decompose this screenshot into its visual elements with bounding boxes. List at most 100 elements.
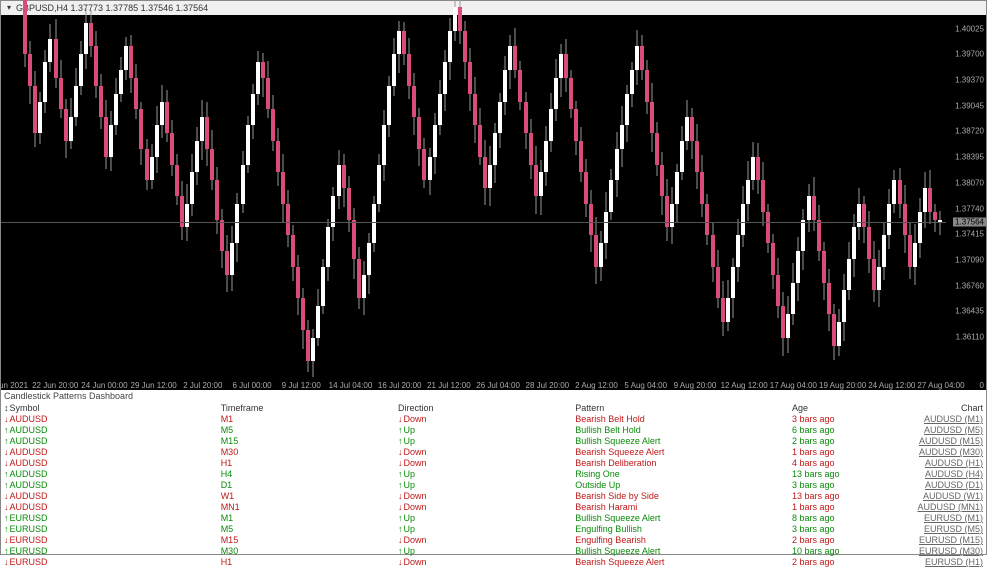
cell-chart-link[interactable]: AUDUSD (D1)	[907, 480, 986, 491]
cell-pattern: Outside Up	[572, 480, 789, 491]
time-tick: 5 Aug 04:00	[624, 381, 667, 390]
table-row[interactable]: ↓AUDUSDMN1↓DownBearish Harami1 bars agoA…	[1, 502, 986, 513]
cell-symbol: ↓AUDUSD	[1, 414, 218, 425]
cell-direction: ↓Down	[395, 458, 572, 469]
cell-chart-link[interactable]: AUDUSD (H4)	[907, 469, 986, 480]
cell-age: 13 bars ago	[789, 469, 907, 480]
price-tick: 1.38720	[955, 127, 984, 136]
table-row[interactable]: ↓EURUSDM15↓DownEngulfing Bearish2 bars a…	[1, 535, 986, 546]
candlesticks	[4, 15, 946, 390]
cell-pattern: Bullish Squeeze Alert	[572, 546, 789, 557]
price-tick: 1.40025	[955, 24, 984, 33]
cell-pattern: Engulfing Bullish	[572, 524, 789, 535]
cell-age: 1 bars ago	[789, 502, 907, 513]
cell-symbol: ↓EURUSD	[1, 557, 218, 568]
header-chart: Chart	[907, 402, 986, 414]
cell-chart-link[interactable]: AUDUSD (M15)	[907, 436, 986, 447]
cell-symbol: ↑AUDUSD	[1, 469, 218, 480]
time-tick: 2 Aug 12:00	[575, 381, 618, 390]
cell-chart-link[interactable]: AUDUSD (M1)	[907, 414, 986, 425]
table-row[interactable]: ↓EURUSDH1↓DownBearish Squeeze Alert2 bar…	[1, 557, 986, 568]
cell-symbol: ↑AUDUSD	[1, 436, 218, 447]
time-tick: 6 Jul 00:00	[232, 381, 271, 390]
cell-symbol: ↓AUDUSD	[1, 447, 218, 458]
time-tick: 19 Aug 20:00	[819, 381, 866, 390]
current-price-marker: 1.37564	[953, 218, 986, 227]
price-tick: 1.39045	[955, 101, 984, 110]
cell-chart-link[interactable]: EURUSD (M15)	[907, 535, 986, 546]
cell-timeframe: M15	[218, 436, 395, 447]
cell-age: 3 bars ago	[789, 524, 907, 535]
table-row[interactable]: ↑AUDUSDD1↑UpOutside Up3 bars agoAUDUSD (…	[1, 480, 986, 491]
cell-chart-link[interactable]: AUDUSD (H1)	[907, 458, 986, 469]
header-symbol: ↕Symbol	[1, 402, 218, 414]
cell-timeframe: M1	[218, 414, 395, 425]
cell-pattern: Engulfing Bearish	[572, 535, 789, 546]
cell-timeframe: M5	[218, 425, 395, 436]
cell-chart-link[interactable]: AUDUSD (MN1)	[907, 502, 986, 513]
price-chart[interactable]: 1.361101.364351.367601.370901.374151.377…	[1, 15, 986, 390]
cell-direction: ↓Down	[395, 491, 572, 502]
cell-chart-link[interactable]: AUDUSD (M30)	[907, 447, 986, 458]
cell-symbol: ↓AUDUSD	[1, 502, 218, 513]
cell-symbol: ↑EURUSD	[1, 513, 218, 524]
cell-pattern: Bearish Squeeze Alert	[572, 447, 789, 458]
price-tick: 1.39370	[955, 76, 984, 85]
cell-chart-link[interactable]: AUDUSD (M5)	[907, 425, 986, 436]
cell-direction: ↑Up	[395, 524, 572, 535]
candlestick-icon: ▾	[5, 4, 13, 12]
time-tick: 22 Jun 20:00	[32, 381, 78, 390]
cell-timeframe: M1	[218, 513, 395, 524]
cell-pattern: Bullish Squeeze Alert	[572, 513, 789, 524]
table-row[interactable]: ↓AUDUSDH1↓DownBearish Deliberation4 bars…	[1, 458, 986, 469]
time-tick: 24 Jun 00:00	[81, 381, 127, 390]
price-tick: 1.36760	[955, 281, 984, 290]
cell-age: 2 bars ago	[789, 436, 907, 447]
header-direction: Direction	[395, 402, 572, 414]
cell-timeframe: M30	[218, 546, 395, 557]
cell-direction: ↑Up	[395, 436, 572, 447]
cell-chart-link[interactable]: EURUSD (M30)	[907, 546, 986, 557]
cell-chart-link[interactable]: EURUSD (H1)	[907, 557, 986, 568]
table-row[interactable]: ↓AUDUSDM1↓DownBearish Belt Hold3 bars ag…	[1, 414, 986, 425]
cell-pattern: Bullish Squeeze Alert	[572, 436, 789, 447]
table-row[interactable]: ↓AUDUSDW1↓DownBearish Side by Side13 bar…	[1, 491, 986, 502]
table-row[interactable]: ↑EURUSDM30↑UpBullish Squeeze Alert10 bar…	[1, 546, 986, 557]
axis-zero: 0	[980, 381, 984, 390]
patterns-table: ↕Symbol Timeframe Direction Pattern Age …	[1, 402, 986, 568]
time-tick: 12 Aug 12:00	[721, 381, 768, 390]
cell-timeframe: H1	[218, 557, 395, 568]
cell-timeframe: H4	[218, 469, 395, 480]
time-tick: 28 Jul 20:00	[526, 381, 570, 390]
cell-timeframe: M30	[218, 447, 395, 458]
table-row[interactable]: ↑EURUSDM5↑UpEngulfing Bullish3 bars agoE…	[1, 524, 986, 535]
price-tick: 1.36110	[956, 332, 984, 341]
time-tick: 27 Aug 04:00	[917, 381, 964, 390]
time-tick: 26 Jul 04:00	[476, 381, 520, 390]
cell-symbol: ↓EURUSD	[1, 535, 218, 546]
time-tick: 24 Aug 12:00	[868, 381, 915, 390]
cell-age: 10 bars ago	[789, 546, 907, 557]
table-row[interactable]: ↑AUDUSDH4↑UpRising One13 bars agoAUDUSD …	[1, 469, 986, 480]
cell-symbol: ↓AUDUSD	[1, 491, 218, 502]
time-tick: 17 Aug 04:00	[770, 381, 817, 390]
cell-direction: ↓Down	[395, 414, 572, 425]
table-row[interactable]: ↓AUDUSDM30↓DownBearish Squeeze Alert1 ba…	[1, 447, 986, 458]
cell-chart-link[interactable]: AUDUSD (W1)	[907, 491, 986, 502]
cell-pattern: Bullish Belt Hold	[572, 425, 789, 436]
header-age: Age	[789, 402, 907, 414]
cell-symbol: ↓AUDUSD	[1, 458, 218, 469]
price-tick: 1.38395	[955, 153, 984, 162]
table-row[interactable]: ↑AUDUSDM15↑UpBullish Squeeze Alert2 bars…	[1, 436, 986, 447]
cell-direction: ↓Down	[395, 535, 572, 546]
table-row[interactable]: ↑EURUSDM1↑UpBullish Squeeze Alert8 bars …	[1, 513, 986, 524]
cell-timeframe: H1	[218, 458, 395, 469]
cell-timeframe: D1	[218, 480, 395, 491]
cell-pattern: Rising One	[572, 469, 789, 480]
cell-chart-link[interactable]: EURUSD (M1)	[907, 513, 986, 524]
table-row[interactable]: ↑AUDUSDM5↑UpBullish Belt Hold6 bars agoA…	[1, 425, 986, 436]
cell-age: 8 bars ago	[789, 513, 907, 524]
cell-direction: ↓Down	[395, 447, 572, 458]
cell-chart-link[interactable]: EURUSD (M5)	[907, 524, 986, 535]
cell-direction: ↑Up	[395, 469, 572, 480]
